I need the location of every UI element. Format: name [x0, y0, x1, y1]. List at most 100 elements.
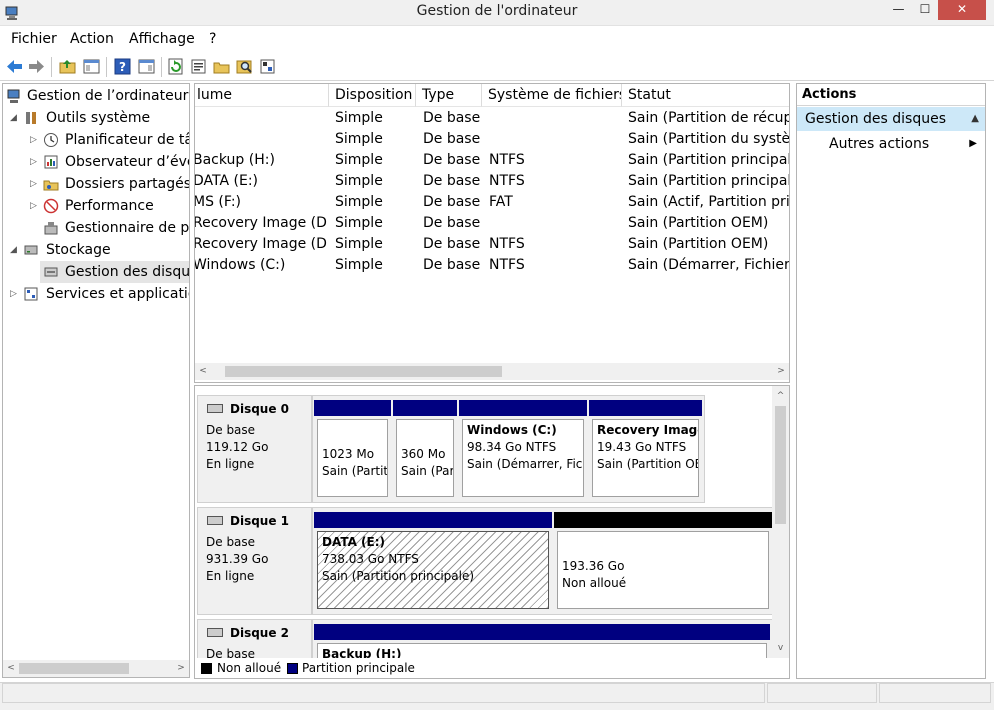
tree-item[interactable]: Gestionnaire de pé [3, 217, 189, 239]
partition-name: Recovery Image [597, 423, 699, 437]
expand-arrow-icon[interactable]: ▷ [10, 283, 20, 305]
partition-bar [314, 400, 391, 416]
tree-horizontal-scrollbar[interactable]: < > [3, 660, 189, 677]
table-row[interactable]: Simple De base Sain (Partition de récupé [195, 108, 789, 129]
partition-unallocated[interactable]: 193.36 Go Non alloué [554, 512, 772, 612]
tree-item[interactable]: Gestion des disque [40, 261, 189, 283]
actions-section-label: Gestion des disques [805, 111, 947, 127]
scroll-thumb[interactable] [225, 366, 502, 377]
cell-volume: MS (F:) [194, 194, 242, 210]
partition[interactable]: 360 Mo Sain (Par [393, 400, 457, 500]
disk-state: En ligne [206, 569, 255, 583]
column-header-volume[interactable]: lume [195, 84, 329, 107]
scroll-left-arrow-icon[interactable]: < [195, 363, 211, 380]
tree-item-root[interactable]: Gestion de l’ordinateur (l [3, 85, 189, 107]
legend-label: Non alloué [217, 661, 282, 675]
status-bar [0, 682, 994, 710]
table-row[interactable]: MS (F:) Simple De base FAT Sain (Actif, Part… [194, 192, 789, 213]
expand-arrow-icon[interactable]: ▷ [30, 151, 40, 173]
cell-type: De base [423, 152, 481, 168]
expand-arrow-icon[interactable]: ◢ [10, 107, 20, 129]
tree-item[interactable]: ▷ Planificateur de tâc [3, 129, 189, 151]
menu-affichage[interactable]: Affichage [129, 31, 195, 47]
tree-item[interactable]: ▷ Dossiers partagés [3, 173, 189, 195]
table-row[interactable]: Recovery Image (D:) Simple De base NTFS Sain… [195, 234, 789, 255]
show-hide-action-pane-icon[interactable] [137, 57, 156, 76]
partition-windows[interactable]: Windows (C:) 98.34 Go NTFS Sain (Démarre… [459, 400, 587, 500]
disk-map: Disque 0 De base 119.12 Go En ligne 1023… [195, 386, 774, 658]
actions-section-disk-management[interactable]: Gestion des disques ▲ [797, 107, 985, 131]
back-arrow-icon[interactable] [5, 57, 24, 76]
list-horizontal-scrollbar[interactable]: < > [195, 363, 789, 380]
partition-size: 193.36 Go [562, 559, 625, 573]
close-button[interactable]: ✕ [938, 0, 986, 20]
cell-type: De base [423, 110, 481, 126]
menu-help[interactable]: ? [209, 31, 216, 47]
performance-icon [43, 198, 59, 214]
show-hide-tree-icon[interactable] [82, 57, 101, 76]
partition-recovery[interactable]: Recovery Image 19.43 Go NTFS Sain (Parti… [589, 400, 702, 500]
disk-0-partitions: 1023 Mo Sain (Partit 360 Mo Sain (Par Wi… [312, 395, 705, 503]
table-row[interactable]: Simple De base Sain (Partition du systèm [195, 129, 789, 150]
disk-2-partitions: Backup (H:) [312, 619, 774, 658]
minimize-button[interactable]: — [885, 0, 912, 20]
partition-size: 19.43 Go NTFS [597, 440, 687, 454]
tree-item[interactable]: ▷ Observateur d’évér [3, 151, 189, 173]
partition-backup[interactable]: Backup (H:) [314, 624, 770, 658]
open-folder-icon[interactable] [212, 57, 231, 76]
table-row[interactable]: Windows (C:) Simple De base NTFS Sain (Démar… [195, 255, 789, 276]
column-header-type[interactable]: Type [416, 84, 482, 107]
partition-bar [314, 512, 552, 528]
services-icon [24, 287, 38, 301]
partition-bar [393, 400, 457, 416]
connect-icon[interactable] [258, 57, 277, 76]
collapse-up-icon[interactable]: ▲ [971, 107, 979, 131]
scroll-right-arrow-icon[interactable]: > [173, 660, 189, 677]
disk-1-info[interactable]: Disque 1 De base 931.39 Go En ligne [197, 507, 312, 615]
cell-fs: NTFS [489, 173, 525, 189]
legend: Non alloué Partition principale [195, 660, 789, 678]
up-folder-icon[interactable] [58, 57, 77, 76]
partition-data[interactable]: DATA (E:) 738.03 Go NTFS Sain (Partition… [314, 512, 552, 612]
expand-arrow-icon[interactable]: ◢ [10, 239, 20, 261]
disk-2-info[interactable]: Disque 2 De base [197, 619, 312, 658]
table-row[interactable]: Backup (H:) Simple De base NTFS Sain (Partit… [195, 150, 789, 171]
partition-status: Sain (Partit [322, 464, 388, 478]
forward-arrow-icon[interactable] [27, 57, 46, 76]
scroll-up-arrow-icon[interactable]: ^ [772, 388, 789, 404]
refresh-icon[interactable] [166, 57, 185, 76]
menu-fichier[interactable]: Fichier [11, 31, 57, 47]
column-header-file-system[interactable]: Système de fichiers [482, 84, 622, 107]
tree-item[interactable]: ◢ Stockage [3, 239, 189, 261]
expand-arrow-icon[interactable]: ▷ [30, 173, 40, 195]
action-other-actions[interactable]: Autres actions ▶ [797, 132, 985, 156]
expand-arrow-icon[interactable]: ▷ [30, 129, 40, 151]
table-row[interactable]: DATA (E:) Simple De base NTFS Sain (Partitio… [195, 171, 789, 192]
disk-0-info[interactable]: Disque 0 De base 119.12 Go En ligne [197, 395, 312, 503]
maximize-button[interactable]: ☐ [912, 0, 938, 20]
scroll-thumb[interactable] [775, 406, 786, 524]
tree-item[interactable]: ◢ Outils système [3, 107, 189, 129]
scroll-thumb[interactable] [19, 663, 129, 674]
column-header-status[interactable]: Statut [622, 84, 789, 107]
tree-item-label: Gestion des disque [65, 264, 190, 280]
expand-arrow-icon[interactable]: ▷ [30, 195, 40, 217]
find-icon[interactable] [235, 57, 254, 76]
partition-status: Sain (Partition principale) [322, 569, 475, 583]
properties-icon[interactable] [189, 57, 208, 76]
scroll-right-arrow-icon[interactable]: > [773, 363, 789, 380]
table-row[interactable]: Recovery Image (D:) Simple De base Sain (Pa… [195, 213, 789, 234]
tree-item[interactable]: ▷ Services et application [3, 283, 189, 305]
partition-status: Sain (Démarrer, Fich [467, 457, 584, 471]
help-icon[interactable]: ? [113, 57, 132, 76]
column-header-disposition[interactable]: Disposition [329, 84, 416, 107]
partition-body: DATA (E:) 738.03 Go NTFS Sain (Partition… [317, 531, 549, 609]
cell-disposition: Simple [335, 236, 383, 252]
scroll-left-arrow-icon[interactable]: < [3, 660, 19, 677]
disk-vertical-scrollbar[interactable]: ^ v [772, 386, 789, 658]
tree-item[interactable]: ▷ Performance [3, 195, 189, 217]
scroll-down-arrow-icon[interactable]: v [772, 640, 789, 656]
action-label: Autres actions [829, 136, 930, 152]
partition[interactable]: 1023 Mo Sain (Partit [314, 400, 391, 500]
menu-action[interactable]: Action [70, 31, 114, 47]
